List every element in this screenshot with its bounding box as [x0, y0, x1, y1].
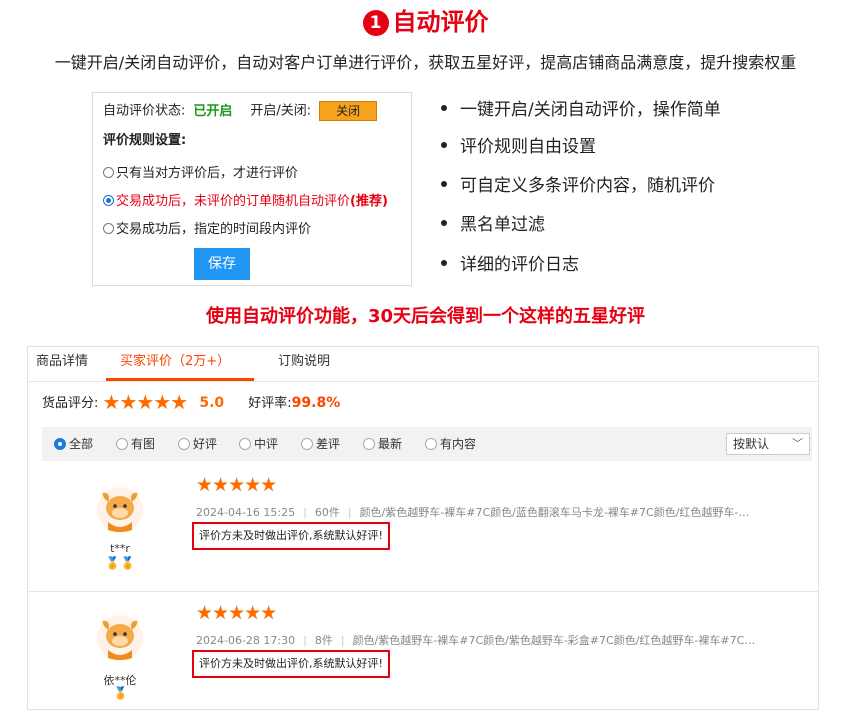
review-date: 2024-06-28 17:30 — [196, 634, 296, 647]
radio-icon[interactable] — [301, 438, 313, 450]
bullet-icon — [441, 142, 447, 148]
status-label: 自动评价状态: — [103, 103, 186, 119]
bullet-icon — [441, 105, 447, 111]
radio-icon[interactable] — [363, 438, 375, 450]
review-item: t**r 🏅🏅 ★★★★★ 2024-04-16 15:25 | 60件 | 颜色/紫色… — [28, 464, 818, 582]
active-tab-underline — [106, 378, 254, 381]
rule-option-1[interactable]: 只有当对方评价后，才进行评价 — [103, 164, 298, 184]
bullet-icon — [441, 220, 447, 226]
review-quantity: 8件 — [314, 634, 333, 647]
filter-negative[interactable]: 差评 — [301, 427, 340, 461]
feature-item: 详细的评价日志 — [441, 253, 579, 277]
review-meta: 2024-06-28 17:30 | 8件 | 颜色/紫色越野车-裸车#7C颜色/紫色越… — [196, 632, 756, 648]
review-spec: 颜色/紫色越野车-裸车#7C颜色/紫色越野车-彩盒#7C颜色/红色越野车-裸车#… — [352, 634, 756, 647]
buyer-level-badge-icon: 🏅🏅 — [105, 556, 135, 570]
filter-neutral[interactable]: 中评 — [239, 427, 278, 461]
filter-all[interactable]: 全部 — [54, 427, 93, 461]
rate-value: 99.8% — [291, 395, 341, 411]
status-value: 已开启 — [193, 103, 233, 119]
filter-latest[interactable]: 最新 — [363, 427, 402, 461]
tab-product-details[interactable]: 商品详情 — [36, 347, 88, 381]
tab-buyer-reviews[interactable]: 买家评价（2万+） — [120, 347, 230, 381]
rule-option-2[interactable]: 交易成功后，未评价的订单随机自动评价(推荐) — [103, 192, 388, 212]
chevron-down-icon: ﹀ — [792, 437, 803, 450]
save-button[interactable]: 保存 — [194, 248, 250, 280]
radio-icon[interactable] — [103, 167, 114, 178]
radio-selected-icon[interactable] — [54, 438, 66, 450]
filter-with-content[interactable]: 有内容 — [425, 427, 476, 461]
toggle-label: 开启/关闭: — [250, 103, 312, 119]
rate-label: 好评率: — [248, 396, 292, 411]
review-item: 依**伦 🏅 ★★★★★ 2024-06-28 17:30 | 8件 | 颜色/紫色越野… — [28, 591, 818, 709]
review-text: 评价方未及时做出评价,系统默认好评! — [192, 650, 390, 678]
rules-title: 评价规则设置: — [103, 133, 187, 148]
review-quantity: 60件 — [314, 506, 340, 519]
review-stars-icon: ★★★★★ — [196, 474, 277, 496]
radio-icon[interactable] — [103, 223, 114, 234]
auto-review-settings-panel: 自动评价状态: 已开启 开启/关闭: 关闭 评价规则设置: 只有当对方评价后，才进行评… — [92, 92, 412, 286]
feature-item: 可自定义多条评价内容，随机评价 — [441, 174, 715, 198]
review-meta: 2024-04-16 15:25 | 60件 | 颜色/紫色越野车-裸车#7C颜色/蓝色… — [196, 504, 756, 520]
feature-item: 黑名单过滤 — [441, 213, 545, 237]
step-number-badge: 1 — [362, 10, 389, 36]
subtitle: 一键开启/关闭自动评价，自动对客户订单进行评价，获取五星好评，提高店铺商品满意度… — [54, 53, 797, 72]
filter-with-images[interactable]: 有图 — [116, 427, 155, 461]
reviews-panel: 商品详情 买家评价（2万+） 订购说明 货品评分: ★★★★★ 5.0 好评率:… — [27, 346, 819, 710]
review-spec: 颜色/紫色越野车-裸车#7C颜色/蓝色翻滚车马卡龙-裸车#7C颜色/红色越野车-… — [359, 506, 756, 519]
radio-icon[interactable] — [425, 438, 437, 450]
radio-icon[interactable] — [239, 438, 251, 450]
bullet-icon — [441, 181, 447, 187]
promo-text: 使用自动评价功能，30天后会得到一个这样的五星好评 — [205, 306, 646, 327]
radio-icon[interactable] — [178, 438, 190, 450]
review-text: 评价方未及时做出评价,系统默认好评! — [192, 522, 390, 550]
status-row: 自动评价状态: 已开启 开启/关闭: 关闭 — [103, 101, 378, 122]
filter-positive[interactable]: 好评 — [178, 427, 217, 461]
buyer-level-badge-icon: 🏅 — [113, 686, 128, 700]
toggle-off-button[interactable]: 关闭 — [319, 101, 378, 121]
reviewer-name: t**r — [110, 542, 130, 555]
bullet-icon — [441, 260, 447, 266]
sort-select[interactable]: 按默认 ﹀ — [726, 433, 810, 455]
review-filter-bar: 全部 有图 好评 中评 差评 最新 有内容 按默认 ﹀ — [42, 427, 812, 461]
feature-item: 评价规则自由设置 — [441, 135, 596, 159]
score-summary: 货品评分: ★★★★★ 5.0 好评率:99.8% — [42, 391, 340, 415]
score-value: 5.0 — [199, 395, 225, 411]
star-icon: ★★★★★ — [102, 390, 189, 414]
radio-selected-icon[interactable] — [103, 195, 114, 206]
cow-avatar-icon — [97, 615, 143, 661]
title-text: 自动评价 — [392, 8, 489, 36]
cow-avatar-icon — [97, 487, 143, 533]
review-stars-icon: ★★★★★ — [196, 602, 277, 624]
rule-option-3[interactable]: 交易成功后，指定的时间段内评价 — [103, 220, 311, 240]
review-date: 2024-04-16 15:25 — [196, 506, 296, 519]
feature-item: 一键开启/关闭自动评价，操作简单 — [441, 98, 721, 122]
tab-bar: 商品详情 买家评价（2万+） 订购说明 — [28, 347, 818, 382]
page-title: 1 自动评价 — [0, 6, 851, 38]
tab-order-notes[interactable]: 订购说明 — [278, 347, 330, 381]
score-label: 货品评分: — [42, 396, 99, 411]
radio-icon[interactable] — [116, 438, 128, 450]
